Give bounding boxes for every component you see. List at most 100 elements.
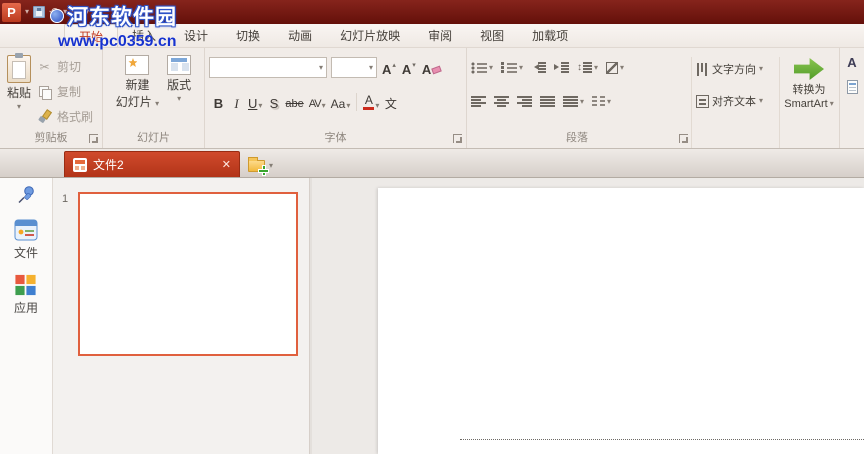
character-spacing-button[interactable]: AV ▾: [308, 92, 327, 112]
align-center-button[interactable]: [494, 96, 509, 107]
pin-button[interactable]: [17, 182, 35, 206]
columns-dropdown-icon: ▾: [607, 96, 612, 106]
line-spacing-button[interactable]: ↕ ▾: [577, 62, 598, 73]
italic-button[interactable]: I: [229, 92, 244, 112]
bullets-dropdown-icon: ▾: [489, 62, 494, 72]
font-size-dropdown-icon: ▾: [368, 62, 373, 72]
layout-button[interactable]: 版式 ▾: [164, 50, 194, 110]
task-pane-strip: A: [840, 48, 864, 148]
numbering-dropdown-icon: ▾: [519, 62, 524, 72]
undo-dropdown-icon[interactable]: ▾: [63, 8, 67, 16]
main-area: 文件 应用 1: [0, 178, 864, 454]
tab-review[interactable]: 审阅: [414, 24, 466, 47]
clear-formatting-button[interactable]: A: [421, 58, 442, 78]
copy-button[interactable]: 复制: [37, 79, 93, 104]
document-tab-active[interactable]: 文件2 ✕: [64, 151, 240, 177]
change-case-button[interactable]: Aa ▾: [330, 92, 352, 112]
text-direction-icon: [696, 62, 709, 76]
font-name-select[interactable]: ▾: [209, 57, 327, 78]
tab-addins[interactable]: 加载项: [518, 24, 582, 47]
convert-to-smartart-button[interactable]: 转换为 SmartArt ▾: [779, 57, 838, 148]
sidebar-file-label: 文件: [13, 246, 38, 260]
file-panel-icon: [14, 219, 38, 241]
text-direction-button[interactable]: 文字方向 ▾: [696, 57, 779, 81]
numbering-button[interactable]: ▾: [501, 61, 524, 74]
left-sidebar: 文件 应用: [0, 178, 53, 454]
format-painter-icon: [38, 110, 51, 123]
copy-label: 复制: [57, 85, 82, 99]
columns-icon: [592, 95, 606, 108]
tab-view[interactable]: 视图: [466, 24, 518, 47]
new-document-tab-button[interactable]: ▾: [248, 157, 274, 175]
font-color-button[interactable]: A ▾: [362, 92, 380, 112]
layout-icon: [167, 55, 192, 75]
bullets-icon: [471, 61, 487, 74]
task-pane-styles-button[interactable]: A: [847, 56, 856, 69]
clipboard-group: 粘贴 ▾ ✂ 剪切 复制 格式刷 剪贴板: [0, 48, 103, 148]
new-slide-label-1: 新建: [125, 78, 150, 92]
divider: [356, 93, 358, 111]
slide-canvas[interactable]: [378, 188, 864, 454]
align-text-button[interactable]: 对齐文本 ▾: [696, 89, 779, 113]
distribute-text-button[interactable]: ▾: [563, 96, 584, 107]
font-dialog-launcher[interactable]: [453, 134, 462, 143]
pushpin-icon: [18, 185, 34, 203]
font-group: ▾ ▾ A ▴ A ▾ A B I U ▾ S abe AV ▾ Aa ▾ A ▾: [205, 48, 467, 148]
smartart-icon: [794, 57, 824, 81]
align-right-button[interactable]: [517, 96, 532, 107]
tab-transitions[interactable]: 切换: [222, 24, 274, 47]
sidebar-item-apps[interactable]: 应用: [14, 274, 38, 316]
new-tab-dropdown-icon: ▾: [269, 161, 274, 170]
close-tab-icon[interactable]: ✕: [222, 158, 231, 171]
tab-design[interactable]: 设计: [170, 24, 222, 47]
align-text-label: 对齐文本: [712, 96, 756, 108]
line-spacing-arrows-icon: ↕: [577, 61, 583, 73]
font-size-select[interactable]: ▾: [331, 57, 377, 78]
sidebar-apps-label: 应用: [13, 301, 38, 315]
text-direction-label: 文字方向: [712, 64, 756, 76]
cut-button[interactable]: ✂ 剪切: [37, 54, 93, 79]
text-shadow-button[interactable]: S: [266, 92, 281, 112]
new-slide-button[interactable]: 新建 幻灯片 ▾: [113, 50, 162, 110]
undo-icon[interactable]: ↶: [49, 6, 59, 18]
bullets-button[interactable]: ▾: [471, 61, 494, 74]
layout-label: 版式: [167, 78, 192, 92]
clipboard-dialog-launcher[interactable]: [89, 134, 98, 143]
task-pane-clipboard-button[interactable]: [846, 80, 858, 97]
character-spacing-dropdown-icon: ▾: [321, 101, 326, 110]
app-logo[interactable]: P: [2, 2, 21, 22]
phonetic-guide-button[interactable]: 文: [383, 92, 398, 112]
tab-insert[interactable]: 插入: [118, 24, 170, 47]
paste-icon: [7, 53, 31, 83]
align-text-icon: [696, 94, 709, 108]
strikethrough-button[interactable]: abe: [284, 92, 304, 112]
increase-indent-button[interactable]: [554, 62, 570, 73]
redo-icon[interactable]: ↷: [71, 6, 81, 18]
clipboard-pane-icon: [846, 80, 858, 94]
save-icon[interactable]: [33, 6, 46, 18]
smartart-dropdown-icon: ▾: [829, 99, 834, 109]
qat-customize-dropdown-icon[interactable]: ▾: [85, 8, 89, 16]
columns-button[interactable]: ▾: [592, 95, 612, 108]
justify-button[interactable]: [540, 96, 555, 107]
underline-button[interactable]: U ▾: [247, 92, 263, 112]
tab-home[interactable]: 开始: [64, 24, 119, 47]
tab-slideshow[interactable]: 幻灯片放映: [326, 24, 414, 47]
shrink-font-button[interactable]: A ▾: [401, 58, 417, 78]
grow-font-button[interactable]: A ▴: [381, 58, 397, 78]
slides-group-label: 幻灯片: [137, 132, 170, 144]
new-tab-folder-icon: [248, 157, 268, 175]
decrease-indent-button[interactable]: [531, 62, 547, 73]
format-painter-button[interactable]: 格式刷: [37, 104, 93, 129]
font-color-letter: A: [364, 93, 373, 107]
paragraph-dialog-launcher[interactable]: [679, 134, 688, 143]
paste-button[interactable]: 粘贴 ▾: [4, 50, 34, 129]
app-menu-dropdown-icon[interactable]: ▾: [25, 8, 29, 16]
slide-thumbnail-1[interactable]: [78, 192, 298, 356]
bold-button[interactable]: B: [211, 92, 226, 112]
tab-animation[interactable]: 动画: [274, 24, 326, 47]
shading-button[interactable]: ▾: [606, 61, 624, 74]
line-spacing-dropdown-icon: ▾: [594, 62, 599, 72]
align-left-button[interactable]: [471, 96, 486, 107]
sidebar-item-file[interactable]: 文件: [14, 219, 38, 261]
